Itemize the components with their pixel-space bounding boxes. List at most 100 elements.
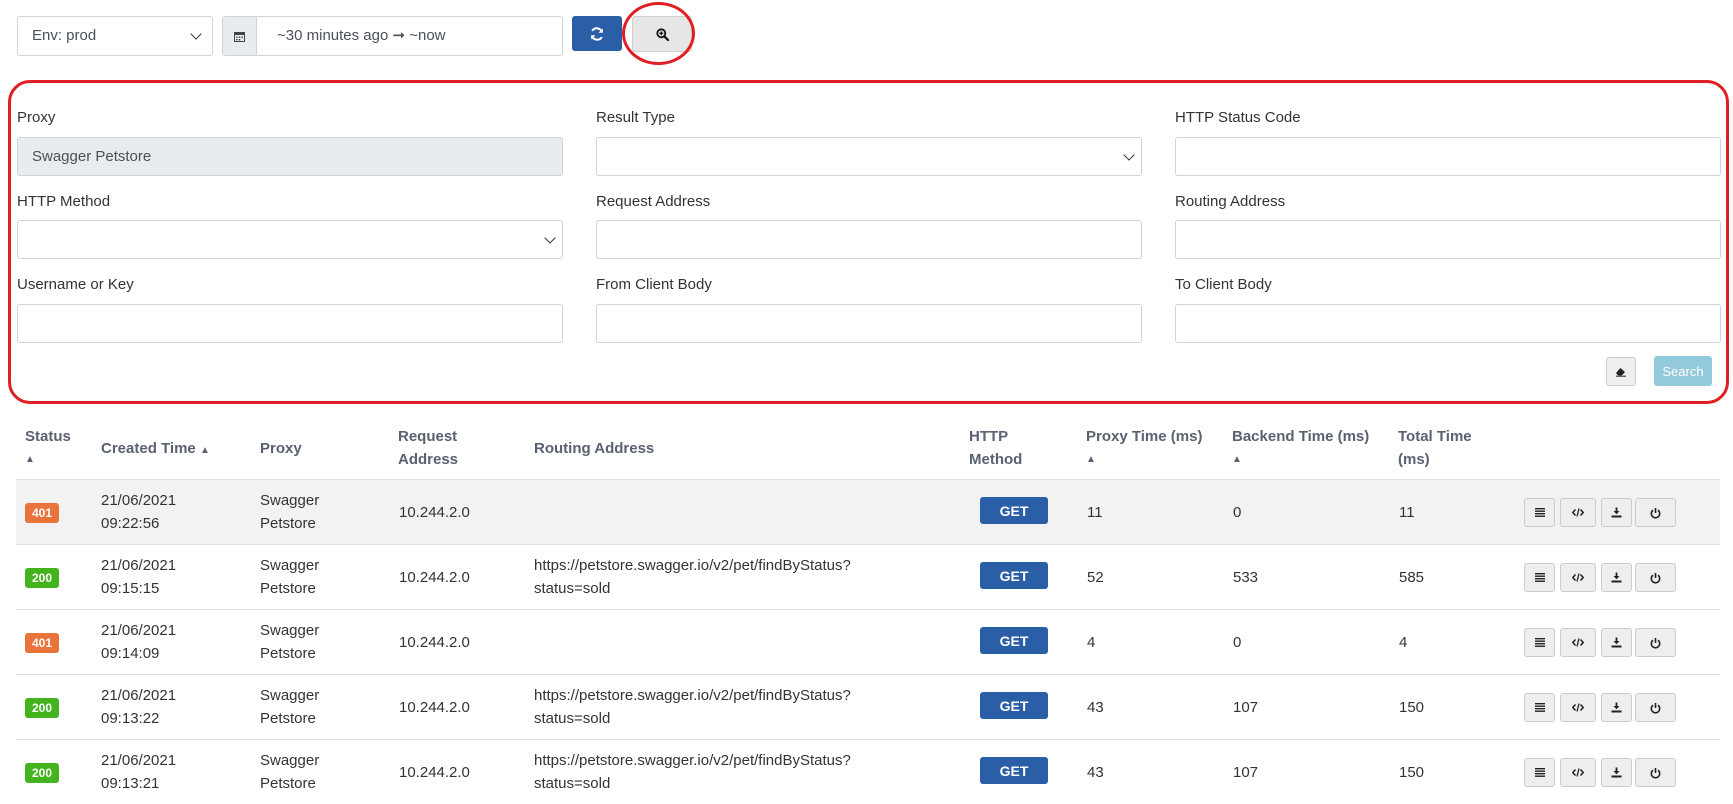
username-input[interactable] — [17, 304, 563, 343]
view-details-button[interactable] — [1524, 498, 1555, 527]
proxy-cell: Swagger Petstore — [260, 489, 319, 535]
th-backend-time[interactable]: Backend Time (ms) ▲ — [1232, 425, 1369, 471]
toggle-filters-button[interactable] — [632, 16, 692, 52]
date-range-value: ~30 minutes ago ➞ ~now — [277, 27, 446, 44]
routing-line2: status=sold — [534, 775, 611, 792]
download-button[interactable] — [1601, 563, 1632, 592]
th-created-time[interactable]: Created Time ▲ — [101, 437, 210, 462]
view-code-button[interactable] — [1560, 498, 1596, 527]
th-http-method-line1: HTTP — [969, 428, 1009, 445]
http-method-badge: GET — [980, 692, 1048, 719]
eraser-icon — [1616, 368, 1626, 377]
replay-button[interactable] — [1635, 498, 1676, 527]
request-address-cell: 10.244.2.0 — [399, 504, 470, 521]
backend-time-cell: 107 — [1233, 764, 1259, 781]
date-range-picker[interactable]: ~30 minutes ago ➞ ~now — [222, 16, 563, 56]
download-icon — [1611, 767, 1622, 778]
th-total-time-line1: Total Time — [1398, 428, 1472, 445]
th-backend-time-label: Backend Time (ms) — [1232, 428, 1370, 445]
view-details-button[interactable] — [1524, 628, 1555, 657]
clear-filters-button[interactable] — [1606, 357, 1636, 386]
http-method-badge: GET — [980, 497, 1048, 524]
view-details-button[interactable] — [1524, 758, 1555, 787]
created-time-cell: 21/06/2021 09:14:09 — [101, 619, 176, 665]
backend-time-cell: 0 — [1233, 504, 1242, 521]
backend-time-cell: 107 — [1233, 699, 1259, 716]
refresh-icon — [591, 26, 603, 41]
th-routing-address: Routing Address — [534, 440, 655, 457]
code-icon — [1572, 703, 1584, 712]
refresh-button[interactable] — [572, 16, 622, 51]
th-status[interactable]: Status ▲︎ — [25, 425, 71, 471]
total-time-cell: 150 — [1399, 764, 1425, 781]
request-address-input[interactable] — [596, 220, 1142, 259]
status-badge: 200 — [25, 568, 59, 588]
view-details-button[interactable] — [1524, 563, 1555, 592]
to-client-body-label: To Client Body — [1175, 276, 1272, 293]
http-method-badge: GET — [980, 562, 1048, 589]
env-select[interactable]: Env: prod — [17, 16, 213, 56]
download-button[interactable] — [1601, 498, 1632, 527]
list-icon — [1534, 573, 1545, 582]
total-time-cell: 11 — [1399, 504, 1415, 521]
proxy-label: Proxy — [17, 109, 56, 126]
proxy-time-cell: 11 — [1087, 504, 1103, 521]
view-details-button[interactable] — [1524, 693, 1555, 722]
view-code-button[interactable] — [1560, 758, 1596, 787]
created-time: 09:13:22 — [101, 710, 160, 727]
proxy-cell: Swagger Petstore — [260, 554, 319, 600]
sort-icon: ▲ — [199, 445, 210, 456]
search-button[interactable]: Search — [1654, 356, 1712, 386]
download-icon — [1611, 572, 1622, 583]
sort-icon: ▲ — [1232, 454, 1242, 465]
proxy-line1: Swagger — [260, 557, 320, 574]
result-type-label: Result Type — [596, 109, 675, 126]
backend-time-cell: 0 — [1233, 634, 1242, 651]
table-row: 401 21/06/2021 09:22:56 Swagger Petstore 10.2… — [16, 479, 1720, 544]
proxy-line2: Petstore — [260, 515, 316, 532]
proxy-line1: Swagger — [260, 752, 320, 769]
download-button[interactable] — [1601, 758, 1632, 787]
replay-button[interactable] — [1635, 758, 1676, 787]
code-icon — [1572, 638, 1584, 647]
replay-button[interactable] — [1635, 628, 1676, 657]
total-time-cell: 4 — [1399, 634, 1408, 651]
created-time-cell: 21/06/2021 09:13:22 — [101, 684, 176, 730]
view-code-button[interactable] — [1560, 628, 1596, 657]
status-badge: 401 — [25, 503, 59, 523]
download-button[interactable] — [1601, 693, 1632, 722]
replay-icon — [1650, 572, 1661, 583]
proxy-cell: Swagger Petstore — [260, 619, 319, 665]
download-button[interactable] — [1601, 628, 1632, 657]
replay-button[interactable] — [1635, 563, 1676, 592]
http-method-badge: GET — [980, 627, 1048, 654]
th-request-address: Request Address — [398, 425, 458, 471]
created-time: 09:14:09 — [101, 645, 160, 662]
http-method-select[interactable] — [17, 220, 563, 259]
view-code-button[interactable] — [1560, 563, 1596, 592]
result-type-select[interactable] — [596, 137, 1142, 176]
to-client-body-input[interactable] — [1175, 304, 1721, 343]
proxy-field: Swagger Petstore — [17, 137, 563, 176]
routing-line1: https://petstore.swagger.io/v2/pet/findB… — [534, 752, 851, 769]
th-status-label: Status — [25, 428, 71, 445]
request-address-cell: 10.244.2.0 — [399, 699, 470, 716]
routing-line1: https://petstore.swagger.io/v2/pet/findB… — [534, 687, 851, 704]
th-proxy-time[interactable]: Proxy Time (ms) ▲ — [1086, 425, 1202, 471]
from-client-body-input[interactable] — [596, 304, 1142, 343]
view-code-button[interactable] — [1560, 693, 1596, 722]
download-icon — [1611, 702, 1622, 713]
calendar-icon[interactable] — [223, 17, 257, 55]
http-status-input[interactable] — [1175, 137, 1721, 176]
routing-address-input[interactable] — [1175, 220, 1721, 259]
chevron-down-icon — [544, 232, 556, 244]
status-badge: 401 — [25, 633, 59, 653]
th-total-time-line2: (ms) — [1398, 451, 1430, 468]
proxy-cell: Swagger Petstore — [260, 749, 319, 795]
replay-button[interactable] — [1635, 693, 1676, 722]
request-address-cell: 10.244.2.0 — [399, 634, 470, 651]
replay-icon — [1650, 637, 1661, 648]
created-date: 21/06/2021 — [101, 492, 177, 509]
proxy-line1: Swagger — [260, 687, 320, 704]
total-time-cell: 585 — [1399, 569, 1425, 586]
